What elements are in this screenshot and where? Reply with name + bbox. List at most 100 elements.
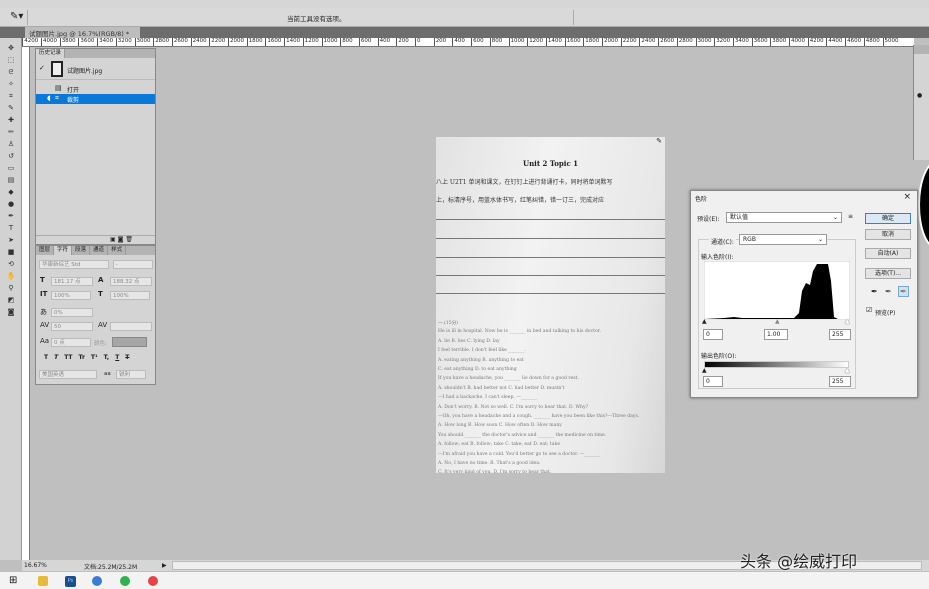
leading-field[interactable]: 188.32 点 xyxy=(110,277,152,286)
vertical-ruler[interactable] xyxy=(22,47,30,560)
document-image[interactable]: Unit 2 Topic 1 八上 U2T1 单词和课文，在钉钉上进行背诵打卡，… xyxy=(436,137,665,473)
sogou-icon[interactable] xyxy=(92,576,102,586)
vertical-scale-field[interactable]: 100% xyxy=(51,291,91,300)
quick-select-tool-icon[interactable]: ✧ xyxy=(4,79,18,89)
options-bar: ✎▾ 当前工具没有选项。 xyxy=(0,8,929,27)
close-dialog-icon[interactable]: × xyxy=(903,192,911,202)
font-style-select[interactable]: - xyxy=(113,260,153,269)
input-white-field[interactable]: 255 xyxy=(829,329,851,340)
windows-start-icon[interactable]: ⊞ xyxy=(9,575,17,586)
underline-button[interactable]: T xyxy=(115,354,119,361)
hand-tool-icon[interactable]: ✋ xyxy=(4,271,18,281)
shape-tool-icon[interactable]: ■ xyxy=(4,247,18,257)
zoom-tool-icon[interactable]: ⚲ xyxy=(4,283,18,293)
dodge-tool-icon[interactable]: ● xyxy=(4,199,18,209)
photoshop-icon[interactable]: Ps xyxy=(65,576,76,587)
faux-italic-button[interactable]: T xyxy=(54,354,58,361)
type-tool-icon[interactable]: T xyxy=(4,223,18,233)
status-menu-arrow-icon[interactable]: ▶ xyxy=(162,562,167,569)
eyedropper-tool-icon[interactable]: ✎▾ xyxy=(10,11,23,22)
kerning-select[interactable] xyxy=(110,322,152,331)
output-white-slider[interactable]: ▲ xyxy=(845,367,850,374)
question-line: You should _______ the doctor's advice a… xyxy=(438,432,607,438)
black-point-eyedropper-icon[interactable]: ✒ xyxy=(871,287,878,296)
cancel-button[interactable]: 取消 xyxy=(865,229,911,240)
layer-visibility-icon[interactable]: ● xyxy=(917,92,922,99)
options-button[interactable]: 选项(T)... xyxy=(865,268,911,279)
output-black-field[interactable]: 0 xyxy=(703,376,723,387)
brush-source-icon[interactable]: ✓ xyxy=(39,64,45,72)
small-caps-button[interactable]: Tr xyxy=(79,354,85,361)
history-item[interactable]: ▤ 打开 xyxy=(36,83,155,94)
tsume-field[interactable]: 0% xyxy=(51,308,93,317)
3d-tool-icon[interactable]: ⟲ xyxy=(4,259,18,269)
zoom-level[interactable]: 16.67% xyxy=(24,562,47,569)
language-select[interactable]: 美国英语 xyxy=(39,370,97,379)
output-black-slider[interactable]: ▲ xyxy=(702,367,707,374)
healing-tool-icon[interactable]: ✚ xyxy=(4,115,18,125)
preview-checkbox[interactable]: ☑ xyxy=(866,306,872,314)
strikethrough-button[interactable]: T xyxy=(125,354,129,361)
pen-tool-icon[interactable]: ✒ xyxy=(4,211,18,221)
recorder-icon[interactable] xyxy=(148,576,158,586)
color-swatches-icon[interactable]: ◩ xyxy=(4,295,18,305)
tab-history[interactable]: 历史记录 xyxy=(36,49,66,58)
snapshot-icon[interactable]: ◙ xyxy=(118,236,124,243)
stamp-tool-icon[interactable]: ♙ xyxy=(4,139,18,149)
input-black-field[interactable]: 0 xyxy=(703,329,723,340)
tab-layers[interactable]: 图层 xyxy=(36,246,55,255)
gray-point-eyedropper-icon[interactable]: ✒ xyxy=(885,287,892,296)
tab-styles[interactable]: 样式 xyxy=(108,246,127,255)
lasso-tool-icon[interactable]: ᘓ xyxy=(4,67,18,77)
path-select-tool-icon[interactable]: ➤ xyxy=(4,235,18,245)
white-point-eyedropper-icon[interactable]: ✒ xyxy=(898,286,909,297)
marquee-tool-icon[interactable]: ⬚ xyxy=(4,55,18,65)
tab-paragraph[interactable]: 段落 xyxy=(72,246,91,255)
trash-icon[interactable]: 🗑 xyxy=(125,236,133,243)
blur-tool-icon[interactable]: ◆ xyxy=(4,187,18,197)
history-state-slider-icon[interactable]: ◖ xyxy=(47,94,51,102)
history-brush-icon[interactable]: ↺ xyxy=(4,151,18,161)
eraser-tool-icon[interactable]: ▭ xyxy=(4,163,18,173)
quick-mask-icon[interactable]: ◙ xyxy=(4,307,18,317)
subscript-button[interactable]: T, xyxy=(104,354,110,361)
new-document-icon[interactable]: ▣ xyxy=(110,236,116,243)
faux-bold-button[interactable]: T xyxy=(44,354,48,361)
tab-channels[interactable]: 通道 xyxy=(90,246,109,255)
baseline-shift-field[interactable]: 0 点 xyxy=(51,338,91,347)
input-white-slider[interactable]: ▲ xyxy=(845,318,850,325)
preset-options-icon[interactable]: ≡ xyxy=(848,213,853,220)
tracking-field[interactable]: 50 xyxy=(51,322,93,331)
preset-select[interactable]: 默认值 ⌄ xyxy=(726,212,842,223)
crop-tool-icon[interactable]: ⌗ xyxy=(4,91,18,101)
history-snapshot[interactable]: ✓ 试题图片.jpg xyxy=(36,58,155,80)
histogram xyxy=(704,261,850,320)
gradient-tool-icon[interactable]: ▤ xyxy=(4,175,18,185)
question-line: A. How long B. How soon C. How often D. … xyxy=(438,423,562,429)
document-tab[interactable]: 试题图片.jpg @ 16.7%(RGB/8) * × xyxy=(25,27,140,46)
horizontal-scale-field[interactable]: 100% xyxy=(110,291,150,300)
auto-button[interactable]: 自动(A) xyxy=(865,248,911,259)
ok-button[interactable]: 确定 xyxy=(865,213,911,224)
horizontal-ruler[interactable]: 4400420040003800360034003200300028002600… xyxy=(22,38,914,47)
all-caps-button[interactable]: TT xyxy=(64,354,72,361)
history-item-selected[interactable]: ◖ ⌗ 裁剪 xyxy=(36,94,155,104)
channel-select[interactable]: RGB ⌄ xyxy=(739,234,827,245)
input-black-slider[interactable]: ▲ xyxy=(702,318,707,325)
text-color-swatch[interactable] xyxy=(112,337,147,347)
antialias-icon: aa xyxy=(104,371,111,377)
file-explorer-icon[interactable] xyxy=(38,576,48,586)
font-family-select[interactable]: 华康新综艺 Std xyxy=(39,260,109,269)
antialias-select[interactable]: 锐利 xyxy=(116,370,146,379)
superscript-button[interactable]: T¹ xyxy=(91,354,98,361)
output-white-field[interactable]: 255 xyxy=(829,376,851,387)
brush-tool-icon[interactable]: ✏ xyxy=(4,127,18,137)
eyedropper-tool-icon[interactable]: ✎ xyxy=(4,103,18,113)
menu-bar[interactable] xyxy=(0,0,929,8)
tab-character[interactable]: 字符 xyxy=(54,246,73,255)
input-gamma-slider[interactable]: ▲ xyxy=(775,318,780,325)
move-tool-icon[interactable]: ✥ xyxy=(4,43,18,53)
font-size-field[interactable]: 181.17 点 xyxy=(51,277,93,286)
input-gamma-field[interactable]: 1.00 xyxy=(764,329,788,340)
wechat-icon[interactable] xyxy=(120,576,130,586)
